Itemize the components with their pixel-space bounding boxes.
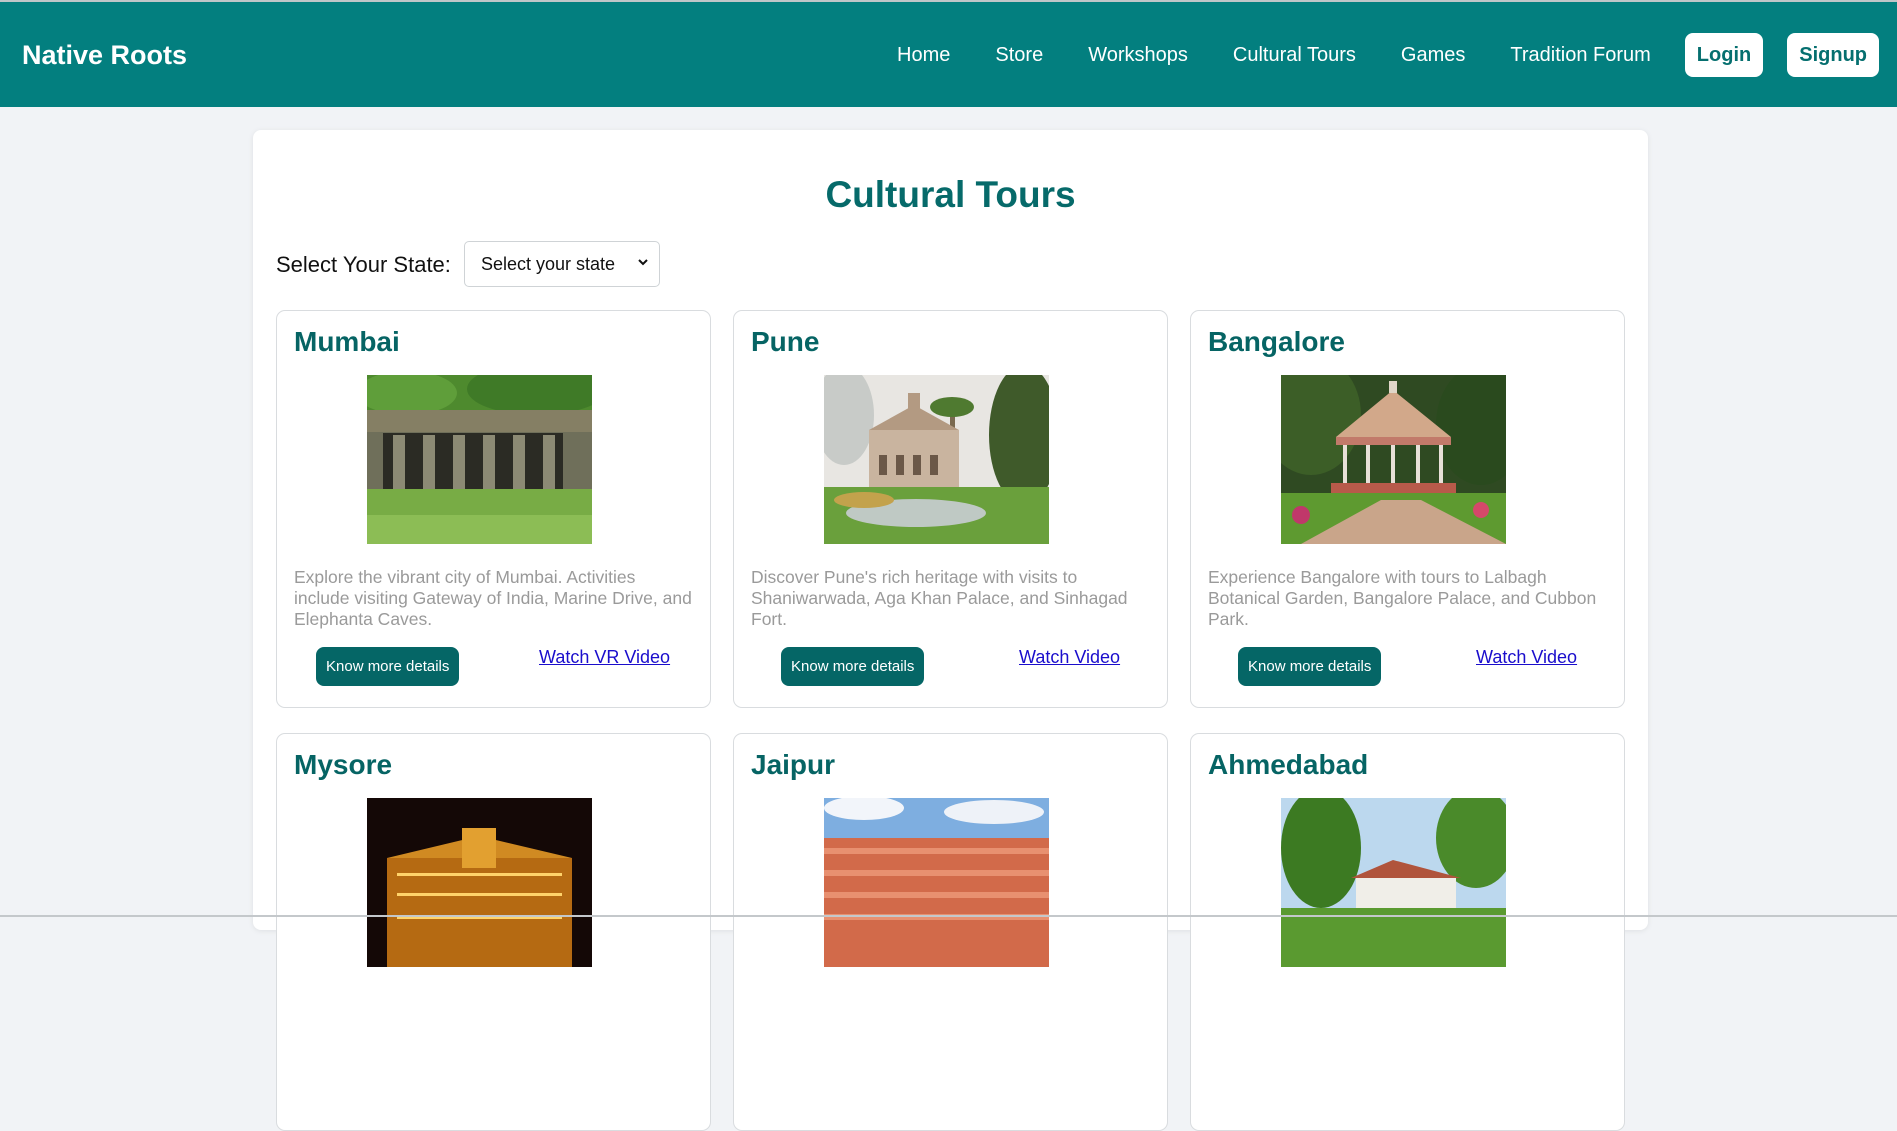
state-select-value: Select your state <box>481 253 616 274</box>
aga-khan-palace-image <box>824 375 1049 544</box>
tour-card-bangalore: Bangalore Experience Bangalore with tour… <box>1190 310 1625 708</box>
nav-home[interactable]: Home <box>897 44 950 67</box>
know-more-button[interactable]: Know more details <box>1238 647 1382 686</box>
login-button[interactable]: Login <box>1684 33 1764 77</box>
nav-store[interactable]: Store <box>995 44 1043 67</box>
chevron-down-icon <box>638 259 648 266</box>
know-more-button[interactable]: Know more details <box>781 647 925 686</box>
hawa-mahal-image <box>824 798 1049 967</box>
tour-card-mysore: Mysore <box>276 733 711 1131</box>
watch-video-link[interactable]: Watch Video <box>1019 647 1120 668</box>
state-label: Select Your State: <box>276 252 451 277</box>
brand-logo[interactable]: Native Roots <box>22 40 187 71</box>
card-title: Jaipur <box>751 749 836 780</box>
tours-panel: Cultural Tours Select Your State: Select… <box>253 130 1648 1131</box>
lalbagh-bandstand-image <box>1281 375 1506 544</box>
card-description: Discover Pune's rich heritage with visit… <box>751 567 1128 629</box>
mysore-palace-image <box>367 798 592 967</box>
nav-links: Home Store Workshops Cultural Tours Game… <box>897 32 1879 78</box>
card-description: Explore the vibrant city of Mumbai. Acti… <box>294 567 692 629</box>
nav-workshops[interactable]: Workshops <box>1088 44 1188 67</box>
tour-card-ahmedabad: Ahmedabad <box>1190 733 1625 1131</box>
tour-card-pune: Pune Discover Pune's rich heritage with … <box>733 310 1168 708</box>
tour-card-jaipur: Jaipur <box>733 733 1168 1131</box>
card-title: Pune <box>751 326 820 357</box>
nav-tradition-forum[interactable]: Tradition Forum <box>1510 44 1650 67</box>
tour-card-mumbai: Mumbai Explore the vibrant city of Mumba… <box>276 310 711 708</box>
watch-video-link[interactable]: Watch Video <box>1476 647 1577 668</box>
elephanta-caves-image <box>367 375 592 544</box>
navbar: Native Roots Home Store Workshops Cultur… <box>0 2 1897 107</box>
card-title: Mumbai <box>294 326 400 357</box>
card-title: Ahmedabad <box>1208 749 1369 780</box>
page-title: Cultural Tours <box>825 174 1076 215</box>
watch-vr-video-link[interactable]: Watch VR Video <box>539 647 670 668</box>
card-title: Bangalore <box>1208 326 1345 357</box>
know-more-button[interactable]: Know more details <box>316 647 460 686</box>
nav-games[interactable]: Games <box>1401 44 1465 67</box>
card-description: Experience Bangalore with tours to Lalba… <box>1208 567 1597 629</box>
card-title: Mysore <box>294 749 393 780</box>
signup-button[interactable]: Signup <box>1787 33 1879 77</box>
nav-cultural-tours[interactable]: Cultural Tours <box>1233 44 1356 67</box>
state-select[interactable]: Select your state <box>464 241 660 287</box>
sabarmati-ashram-image <box>1281 798 1506 967</box>
